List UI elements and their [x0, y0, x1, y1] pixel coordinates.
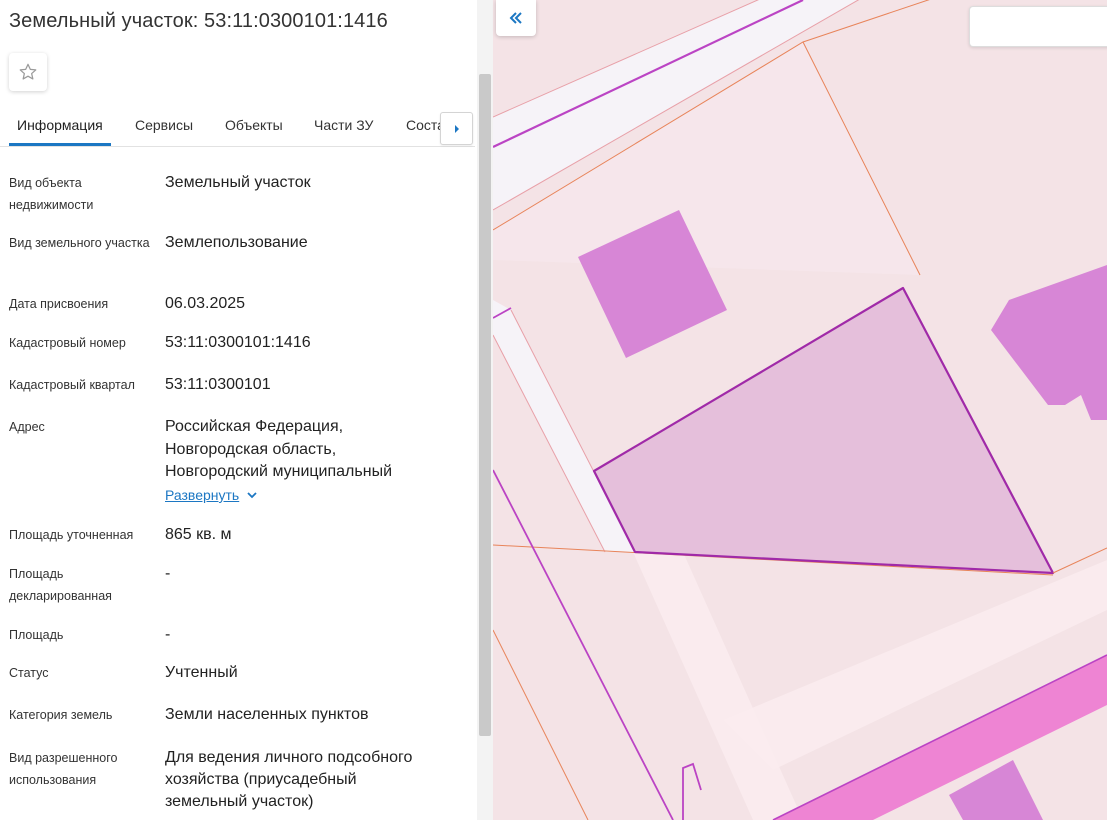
tab-information[interactable]: Информация [17, 117, 103, 133]
tab-parts[interactable]: Части ЗУ [314, 117, 373, 133]
field-label: Дата присвоения [9, 297, 109, 311]
map-canvas[interactable] [493, 0, 1107, 820]
address-line: Новгородская область, [165, 440, 337, 458]
field-label: Площадь [9, 628, 64, 642]
magenta-boundary [682, 762, 702, 820]
double-chevron-left-icon [509, 12, 522, 24]
field-value: - [165, 565, 171, 582]
tab-objects[interactable]: Объекты [225, 117, 283, 133]
map-search-input[interactable] [980, 7, 1107, 46]
field-label: Площадь уточненная [9, 528, 134, 542]
field-label: Статус [9, 666, 49, 680]
field-value: 865 кв. м [165, 526, 232, 543]
panel-scrollbar[interactable] [477, 0, 493, 820]
cadastral-map[interactable] [493, 0, 1107, 820]
field-value: 53:11:0300101:1416 [165, 334, 311, 351]
field-value: Земли населенных пунктов [165, 706, 369, 723]
field-value: Землепользование [165, 234, 308, 251]
permitted-use-line: Для ведения личного подсобного [165, 749, 413, 766]
field-value: 06.03.2025 [165, 295, 246, 312]
road-band-lower-right [723, 560, 1107, 770]
permitted-use-line: земельный участок) [165, 793, 314, 810]
field-value: - [165, 626, 171, 643]
field-value: 53:11:0300101 [165, 376, 271, 393]
road-band-left [493, 300, 635, 552]
tab-services[interactable]: Сервисы [135, 117, 193, 133]
favorite-button[interactable] [9, 53, 47, 91]
field-label: Вид объекта недвижимости [9, 176, 94, 212]
address-line: Новгородский муниципальный [165, 463, 392, 480]
field-label: Кадастровый квартал [9, 378, 135, 392]
caret-right-icon [454, 124, 459, 133]
map-search-box[interactable] [969, 6, 1107, 47]
star-outline-icon [19, 63, 37, 80]
tabs-scroll-right-button[interactable] [440, 112, 473, 145]
field-label: Площадь декларированная [9, 567, 112, 603]
field-label: Вид земельного участка [9, 236, 150, 250]
field-value: Учтенный [165, 664, 238, 681]
chevron-down-icon [247, 491, 257, 498]
page-title: Земельный участок: 53:11:0300101:1416 [9, 10, 388, 32]
road-edge [493, 334, 606, 553]
address-line: Российская Федерация, [165, 418, 344, 435]
permitted-use-line: хозяйства (приусадебный [165, 771, 357, 788]
field-label: Адрес [9, 420, 45, 434]
field-label: Вид разрешенного использования [9, 751, 118, 787]
parcel-boundary [493, 629, 589, 820]
expand-label: Развернуть [165, 487, 240, 503]
field-label: Кадастровый номер [9, 336, 126, 350]
field-value: Земельный участок [165, 174, 311, 191]
collapse-panel-button[interactable] [496, 0, 536, 36]
building[interactable] [991, 265, 1107, 420]
info-panel: Земельный участок: 53:11:0300101:1416 Ин… [0, 0, 477, 820]
active-tab-indicator [9, 143, 111, 146]
tab-bar: Информация Сервисы Объекты Части ЗУ Сост… [0, 106, 475, 147]
scrollbar-thumb[interactable] [479, 74, 491, 736]
field-label: Категория земель [9, 708, 113, 722]
road-band-lower [633, 552, 803, 820]
address-expand-link[interactable]: Развернуть [165, 487, 257, 503]
